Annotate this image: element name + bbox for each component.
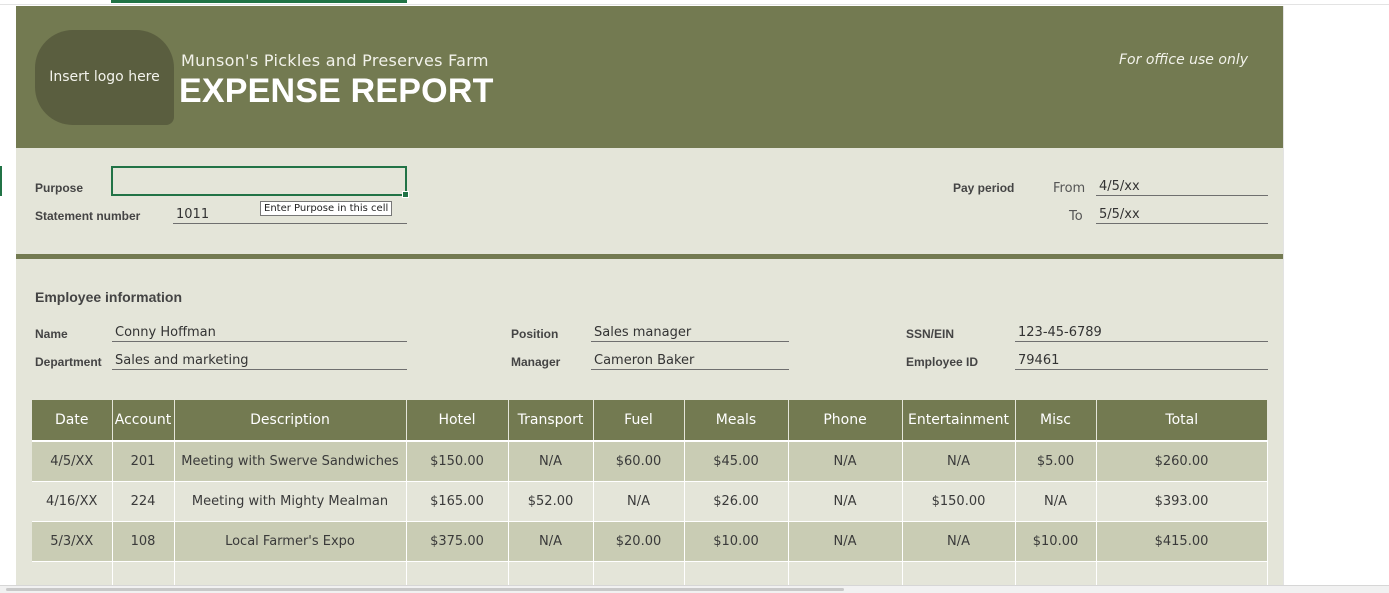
table-cell[interactable]: 4/5/XX [32, 440, 113, 482]
scrollbar-thumb[interactable] [6, 588, 844, 591]
column-header[interactable]: Phone [788, 400, 903, 441]
table-cell[interactable]: $26.00 [684, 481, 789, 522]
purpose-label: Purpose [35, 181, 84, 195]
table-cell[interactable]: 224 [112, 481, 175, 522]
column-header[interactable]: Entertainment [902, 400, 1016, 441]
table-cell[interactable]: $260.00 [1096, 440, 1268, 482]
from-label: From [1053, 181, 1086, 196]
employee-id-cell[interactable]: 79461 [1015, 352, 1268, 370]
table-row: $0.00 [32, 561, 1268, 586]
expense-table: Date Account Description Hotel Transport Fuel… [32, 400, 1268, 586]
department-label: Department [35, 355, 102, 369]
table-cell[interactable]: $45.00 [684, 440, 789, 482]
company-name: Munson's Pickles and Preserves Farm [181, 51, 489, 70]
table-cell[interactable]: $10.00 [684, 521, 789, 562]
expense-report-sheet: Insert logo here Munson's Pickles and Pr… [16, 6, 1283, 586]
table-cell[interactable]: N/A [1015, 481, 1097, 522]
name-cell[interactable]: Conny Hoffman [112, 324, 407, 342]
logo-placeholder[interactable]: Insert logo here [35, 30, 174, 125]
table-cell[interactable]: $375.00 [406, 521, 509, 562]
from-date-cell[interactable]: 4/5/xx [1096, 178, 1268, 196]
table-cell[interactable]: N/A [593, 481, 685, 522]
table-cell[interactable]: $20.00 [593, 521, 685, 562]
table-cell[interactable]: Meeting with Mighty Mealman [174, 481, 407, 522]
column-header[interactable]: Account [112, 400, 175, 441]
table-cell[interactable]: 4/16/XX [32, 481, 113, 522]
table-cell[interactable]: $165.00 [406, 481, 509, 522]
table-header-row: Date Account Description Hotel Transport Fuel… [32, 400, 1267, 441]
table-cell[interactable]: Meeting with Swerve Sandwiches [174, 440, 407, 482]
table-cell[interactable]: $60.00 [593, 440, 685, 482]
office-use-note: For office use only [1119, 52, 1248, 68]
column-header-strip [0, 0, 1389, 5]
table-cell[interactable]: N/A [902, 521, 1016, 562]
employee-id-label: Employee ID [906, 355, 979, 369]
pay-period-label: Pay period [953, 181, 1015, 195]
position-cell[interactable]: Sales manager [591, 324, 789, 342]
table-cell[interactable] [406, 561, 509, 586]
table-cell[interactable] [902, 561, 1016, 586]
table-cell[interactable] [788, 561, 903, 586]
table-cell[interactable]: N/A [508, 521, 594, 562]
table-cell[interactable]: N/A [788, 440, 903, 482]
employee-section-title: Employee information [35, 289, 183, 305]
table-cell[interactable]: $0.00 [1096, 561, 1268, 586]
table-cell[interactable]: N/A [788, 481, 903, 522]
position-label: Position [511, 327, 559, 341]
to-date-cell[interactable]: 5/5/xx [1096, 206, 1268, 224]
table-cell[interactable] [32, 561, 113, 586]
fill-handle[interactable] [402, 191, 409, 198]
ssn-cell[interactable]: 123-45-6789 [1015, 324, 1268, 342]
purpose-cell[interactable] [111, 166, 409, 198]
input-tooltip: Enter Purpose in this cell [260, 201, 393, 216]
table-cell[interactable]: $415.00 [1096, 521, 1268, 562]
table-row: 4/5/XX 201 Meeting with Swerve Sandwiches $… [32, 440, 1268, 482]
column-header[interactable]: Fuel [593, 400, 685, 441]
column-header[interactable]: Total [1096, 400, 1267, 441]
table-cell[interactable]: N/A [788, 521, 903, 562]
manager-cell[interactable]: Cameron Baker [591, 352, 789, 370]
table-cell[interactable] [112, 561, 175, 586]
table-cell[interactable]: $52.00 [508, 481, 594, 522]
table-cell[interactable]: 201 [112, 440, 175, 482]
table-cell[interactable] [593, 561, 685, 586]
table-cell[interactable]: $10.00 [1015, 521, 1097, 562]
table-cell[interactable] [684, 561, 789, 586]
selected-column-indicator [111, 0, 407, 3]
table-cell[interactable]: N/A [508, 440, 594, 482]
table-cell[interactable] [508, 561, 594, 586]
table-cell[interactable]: N/A [902, 440, 1016, 482]
column-header[interactable]: Description [174, 400, 407, 441]
table-cell[interactable]: $150.00 [406, 440, 509, 482]
selected-row-indicator [0, 166, 2, 196]
report-header: Insert logo here Munson's Pickles and Pr… [16, 6, 1283, 148]
table-cell[interactable] [174, 561, 407, 586]
name-label: Name [35, 327, 68, 341]
table-cell[interactable]: $150.00 [902, 481, 1016, 522]
column-header[interactable]: Hotel [406, 400, 509, 441]
manager-label: Manager [511, 355, 561, 369]
table-cell[interactable]: 5/3/XX [32, 521, 113, 562]
table-cell[interactable]: Local Farmer's Expo [174, 521, 407, 562]
table-row: 4/16/XX 224 Meeting with Mighty Mealman $16… [32, 481, 1268, 522]
column-header[interactable]: Misc [1015, 400, 1097, 441]
column-header[interactable]: Transport [508, 400, 594, 441]
table-cell[interactable] [1015, 561, 1097, 586]
statement-number-label: Statement number [35, 209, 141, 223]
report-title: EXPENSE REPORT [179, 72, 494, 110]
section-divider [16, 254, 1283, 259]
table-cell[interactable]: $393.00 [1096, 481, 1268, 522]
department-cell[interactable]: Sales and marketing [112, 352, 407, 370]
ssn-label: SSN/EIN [906, 327, 955, 341]
to-label: To [1069, 209, 1083, 224]
column-header[interactable]: Date [32, 400, 113, 441]
column-header[interactable]: Meals [684, 400, 789, 441]
table-row: 5/3/XX 108 Local Farmer's Expo $375.00 N/A $2… [32, 521, 1268, 562]
grid-line [1283, 6, 1284, 586]
table-cell[interactable]: $5.00 [1015, 440, 1097, 482]
table-cell[interactable]: 108 [112, 521, 175, 562]
